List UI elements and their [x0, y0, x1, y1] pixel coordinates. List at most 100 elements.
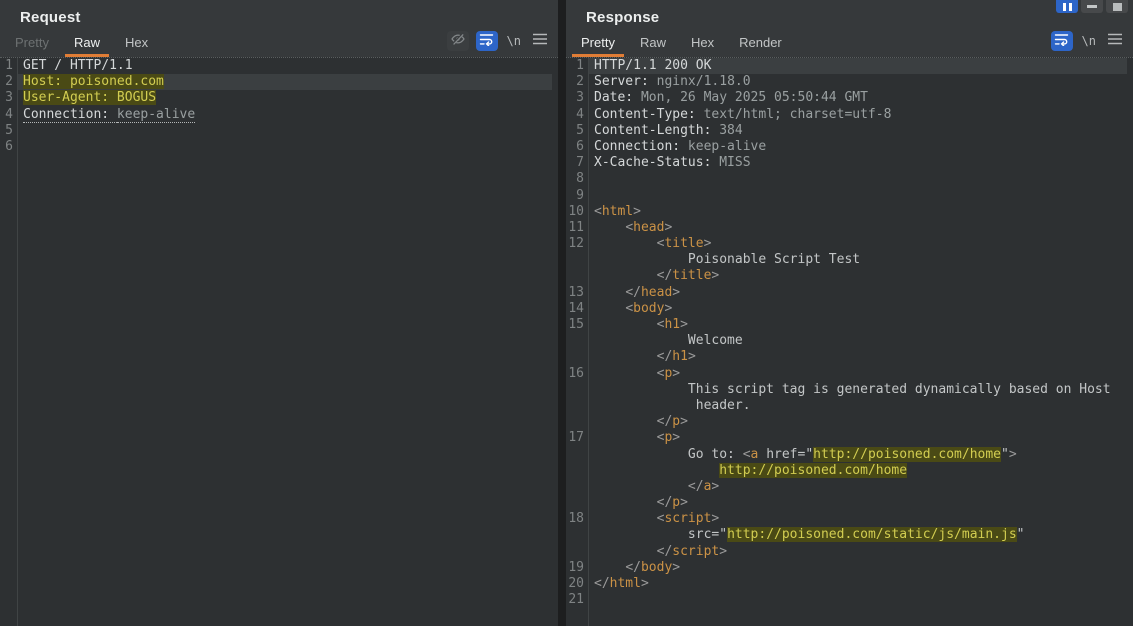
code-text — [17, 139, 552, 155]
line-number: 21 — [566, 592, 588, 608]
line-number — [566, 447, 588, 463]
code-text: <head> — [588, 220, 1127, 236]
code-line[interactable]: </a> — [566, 479, 1133, 495]
code-segment — [594, 495, 657, 510]
code-segment: nginx/1.18.0 — [649, 74, 751, 89]
response-toolbar: \n — [1051, 31, 1125, 51]
request-title: Request — [20, 9, 81, 26]
code-text: User-Agent: BOGUS — [17, 90, 552, 106]
code-segment: Date: — [594, 90, 633, 105]
code-line[interactable]: 13 </head> — [566, 285, 1133, 301]
response-panel: Response Pretty Raw Hex Render \n — [566, 0, 1133, 626]
hide-nonprinting-button[interactable] — [447, 31, 469, 51]
minimize-button[interactable] — [1081, 0, 1103, 13]
code-line[interactable]: 18 <script> — [566, 511, 1133, 527]
code-line[interactable]: 10<html> — [566, 204, 1133, 220]
code-line[interactable]: </title> — [566, 268, 1133, 284]
code-segment: head — [633, 220, 664, 235]
code-line[interactable]: 2Host: poisoned.com — [0, 74, 558, 90]
tab-raw[interactable]: Raw — [65, 31, 109, 57]
code-segment: > — [1009, 447, 1017, 462]
soft-wrap-button[interactable] — [476, 31, 498, 51]
code-segment: " — [1001, 447, 1009, 462]
code-line[interactable]: Welcome — [566, 333, 1133, 349]
code-segment — [594, 430, 657, 445]
code-segment: > — [704, 236, 712, 251]
code-line[interactable]: 7X-Cache-Status: MISS — [566, 155, 1133, 171]
code-line[interactable]: 1GET / HTTP/1.1 — [0, 58, 558, 74]
code-segment: </ — [657, 268, 673, 283]
code-line[interactable]: </script> — [566, 544, 1133, 560]
wrap-lines-icon — [479, 32, 494, 51]
highlighted-text: Host: poisoned.com — [23, 74, 164, 89]
code-line[interactable]: 9 — [566, 188, 1133, 204]
code-line[interactable]: 17 <p> — [566, 430, 1133, 446]
tab-hex[interactable]: Hex — [116, 31, 157, 57]
code-line[interactable]: </p> — [566, 414, 1133, 430]
code-line[interactable]: 3Date: Mon, 26 May 2025 05:50:44 GMT — [566, 90, 1133, 106]
tab-hex[interactable]: Hex — [682, 31, 723, 57]
code-text: Content-Length: 384 — [588, 123, 1127, 139]
request-editor[interactable]: 1GET / HTTP/1.12Host: poisoned.com3User-… — [0, 57, 558, 626]
code-line[interactable]: 14 <body> — [566, 301, 1133, 317]
code-line[interactable]: 4Content-Type: text/html; charset=utf-8 — [566, 107, 1133, 123]
newline-toggle[interactable]: \n — [1080, 34, 1098, 48]
code-line[interactable]: 5Content-Length: 384 — [566, 123, 1133, 139]
editor-menu-button[interactable] — [530, 31, 550, 51]
code-text: http://poisoned.com/home — [588, 463, 1127, 479]
code-line[interactable]: 19 </body> — [566, 560, 1133, 576]
pause-button[interactable] — [1056, 0, 1078, 13]
soft-wrap-button[interactable] — [1051, 31, 1073, 51]
code-line[interactable]: src="http://poisoned.com/static/js/main.… — [566, 527, 1133, 543]
code-line[interactable]: Poisonable Script Test — [566, 252, 1133, 268]
code-segment: </ — [625, 285, 641, 300]
code-line[interactable]: 8 — [566, 171, 1133, 187]
code-line[interactable]: 2Server: nginx/1.18.0 — [566, 74, 1133, 90]
line-number: 14 — [566, 301, 588, 317]
code-segment: </ — [657, 544, 673, 559]
code-line[interactable]: header. — [566, 398, 1133, 414]
code-line[interactable]: </h1> — [566, 349, 1133, 365]
code-text: </script> — [588, 544, 1127, 560]
code-text: Host: poisoned.com — [17, 74, 552, 90]
code-line[interactable]: 16 <p> — [566, 366, 1133, 382]
code-segment: script — [672, 544, 719, 559]
code-segment: Poisonable Script Test — [594, 252, 860, 267]
hamburger-menu-icon — [1108, 32, 1122, 50]
maximize-button[interactable] — [1106, 0, 1128, 13]
code-line[interactable]: 3User-Agent: BOGUS — [0, 90, 558, 106]
highlighted-text: http://poisoned.com/static/js/main.js — [727, 527, 1017, 542]
code-line[interactable]: </p> — [566, 495, 1133, 511]
code-segment: > — [633, 204, 641, 219]
code-line[interactable]: 4Connection: keep-alive — [0, 107, 558, 123]
tab-pretty[interactable]: Pretty — [6, 31, 58, 57]
request-panel-header: Request Pretty Raw Hex — [0, 0, 558, 57]
code-segment: < — [743, 447, 751, 462]
code-line[interactable]: http://poisoned.com/home — [566, 463, 1133, 479]
code-text: </head> — [588, 285, 1127, 301]
code-line[interactable]: This script tag is generated dynamically… — [566, 382, 1133, 398]
code-line[interactable]: 11 <head> — [566, 220, 1133, 236]
code-line[interactable]: 20</html> — [566, 576, 1133, 592]
line-number — [566, 349, 588, 365]
code-segment: </ — [657, 495, 673, 510]
code-segment: > — [680, 495, 688, 510]
editor-menu-button[interactable] — [1105, 31, 1125, 51]
response-editor[interactable]: 1HTTP/1.1 200 OK2Server: nginx/1.18.03Da… — [566, 57, 1133, 626]
line-number: 16 — [566, 366, 588, 382]
code-line[interactable]: 1HTTP/1.1 200 OK — [566, 58, 1133, 74]
code-line[interactable]: 6Connection: keep-alive — [566, 139, 1133, 155]
code-line[interactable]: 6 — [0, 139, 558, 155]
code-line[interactable]: 15 <h1> — [566, 317, 1133, 333]
code-line[interactable]: Go to: <a href="http://poisoned.com/home… — [566, 447, 1133, 463]
code-segment: Server: — [594, 74, 649, 89]
code-line[interactable]: 12 <title> — [566, 236, 1133, 252]
code-line[interactable]: 21 — [566, 592, 1133, 608]
tab-raw[interactable]: Raw — [631, 31, 675, 57]
newline-toggle[interactable]: \n — [505, 34, 523, 48]
tab-pretty[interactable]: Pretty — [572, 31, 624, 57]
code-segment: p — [672, 414, 680, 429]
tab-render[interactable]: Render — [730, 31, 791, 57]
code-line[interactable]: 5 — [0, 123, 558, 139]
code-segment — [594, 268, 657, 283]
